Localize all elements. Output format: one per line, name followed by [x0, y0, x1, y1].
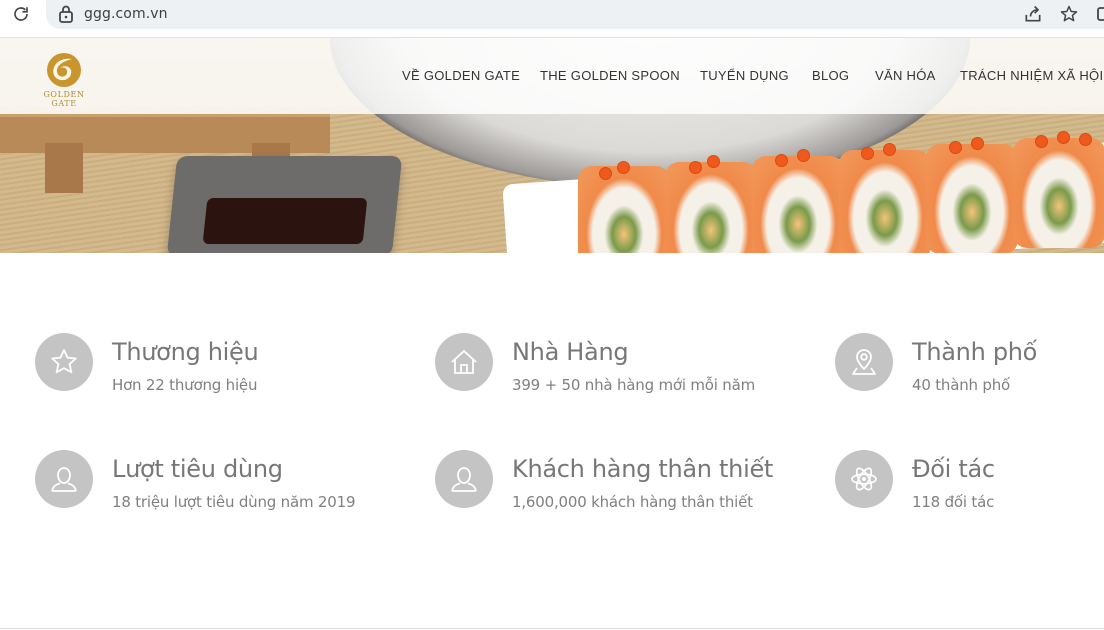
- feature-restaurants: Nhà Hàng 399 + 50 nhà hàng mới mỗi năm: [435, 333, 815, 413]
- user-icon: [435, 450, 493, 508]
- golden-gate-logo[interactable]: GOLDEN GATE: [34, 52, 94, 108]
- url-text[interactable]: ggg.com.vn: [84, 6, 168, 22]
- reload-icon[interactable]: [10, 3, 32, 25]
- feature-partners: Đối tác 118 đối tác: [835, 450, 1103, 530]
- nav-about[interactable]: VỀ GOLDEN GATE: [402, 68, 520, 83]
- nav-culture[interactable]: VĂN HÓA: [875, 68, 936, 83]
- nav-blog[interactable]: BLOG: [812, 68, 849, 83]
- feature-brands: Thương hiệu Hơn 22 thương hiệu: [35, 333, 415, 413]
- browser-toolbar: ggg.com.vn: [0, 0, 1104, 38]
- share-icon[interactable]: [1022, 3, 1044, 25]
- nav-social-responsibility[interactable]: TRÁCH NHIỆM XÃ HỘI: [960, 68, 1103, 83]
- feature-subtitle: 399 + 50 nhà hàng mới mỗi năm: [512, 376, 756, 394]
- feature-title: Thành phố: [912, 338, 1038, 366]
- feature-title: Thương hiệu: [112, 338, 259, 366]
- user-icon: [35, 450, 93, 508]
- atom-icon: [835, 450, 893, 508]
- hero-banner: GOLDEN GATE VỀ GOLDEN GATE THE GOLDEN SP…: [0, 38, 1104, 253]
- feature-subtitle: 1,600,000 khách hàng thân thiết: [512, 493, 753, 511]
- nav-careers[interactable]: TUYỂN DỤNG: [700, 68, 789, 83]
- feature-title: Đối tác: [912, 455, 995, 483]
- feature-title: Khách hàng thân thiết: [512, 455, 774, 483]
- feature-title: Lượt tiêu dùng: [112, 455, 283, 483]
- feature-subtitle: Hơn 22 thương hiệu: [112, 376, 258, 394]
- map-pin-icon: [835, 333, 893, 391]
- feature-loyal-customers: Khách hàng thân thiết 1,600,000 khách hà…: [435, 450, 815, 530]
- extension-icon[interactable]: [1096, 3, 1104, 25]
- feature-title: Nhà Hàng: [512, 338, 629, 366]
- feature-subtitle: 18 triệu lượt tiêu dùng năm 2019: [112, 493, 356, 511]
- lock-icon[interactable]: [58, 4, 74, 24]
- feature-cities: Thành phố 40 thành phố: [835, 333, 1103, 413]
- home-icon: [435, 333, 493, 391]
- star-icon: [35, 333, 93, 391]
- nav-golden-spoon[interactable]: THE GOLDEN SPOON: [540, 68, 680, 83]
- feature-subtitle: 118 đối tác: [912, 493, 995, 511]
- section-divider: [0, 628, 1104, 629]
- feature-consumption: Lượt tiêu dùng 18 triệu lượt tiêu dùng n…: [35, 450, 415, 530]
- logo-text: GOLDEN GATE: [43, 90, 85, 108]
- address-bar[interactable]: ggg.com.vn: [46, 0, 1104, 29]
- site-navbar: GOLDEN GATE VỀ GOLDEN GATE THE GOLDEN SP…: [0, 38, 1104, 114]
- feature-subtitle: 40 thành phố: [912, 376, 1011, 394]
- star-icon[interactable]: [1058, 3, 1080, 25]
